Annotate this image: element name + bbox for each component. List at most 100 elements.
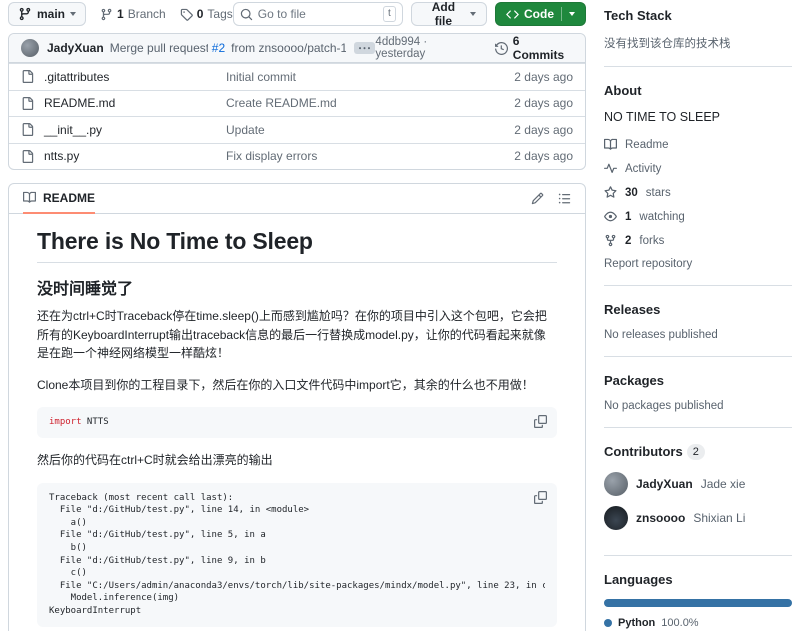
stars-link[interactable]: 30 stars: [604, 186, 792, 199]
commit-hash-time[interactable]: 4ddb994 · yesterday: [375, 36, 478, 60]
commit-message[interactable]: Merge pull request: [110, 41, 208, 55]
file-link[interactable]: README.md: [21, 96, 226, 110]
branches-link[interactable]: 1 Branch: [100, 7, 166, 21]
tag-icon: [180, 8, 193, 21]
code-icon: [506, 8, 519, 21]
report-repository-link[interactable]: Report repository: [604, 258, 792, 270]
tab-readme[interactable]: README: [23, 184, 95, 214]
language-item[interactable]: Python 100.0%: [604, 617, 792, 629]
file-name: ntts.py: [44, 149, 79, 163]
sidebar: Tech Stack 没有找到该仓库的技术栈 About NO TIME TO …: [586, 0, 792, 631]
language-percent: 100.0%: [661, 617, 698, 629]
file-name: README.md: [44, 96, 115, 110]
table-row: ntts.py Fix display errors 2 days ago: [9, 143, 585, 170]
copy-code-button[interactable]: [532, 489, 549, 506]
file-name: .gitattributes: [44, 70, 109, 84]
edit-readme-button[interactable]: [531, 192, 544, 205]
history-icon: [495, 42, 508, 55]
search-input[interactable]: [258, 7, 383, 21]
branch-selector-button[interactable]: main: [8, 2, 86, 26]
commit-author-link[interactable]: JadyXuan: [47, 41, 104, 55]
link-label: watching: [639, 211, 684, 223]
add-file-button[interactable]: Add file: [411, 2, 487, 26]
contributor-username: znsoooo: [636, 511, 685, 525]
file-commit-message[interactable]: Create README.md: [226, 96, 514, 110]
code-block-import: import NTTS: [37, 407, 557, 438]
list-item[interactable]: znsoooo Shixian Li: [604, 506, 792, 530]
tag-count: 0: [197, 7, 204, 21]
forks-link[interactable]: 2 forks: [604, 234, 792, 247]
main-column: main 1 Branch 0 Tags t Add file: [8, 0, 586, 631]
packages-empty-text: No packages published: [604, 400, 792, 412]
readme-tab-label: README: [43, 191, 95, 205]
tag-count-label: Tags: [207, 7, 232, 21]
outline-button[interactable]: [558, 192, 571, 205]
packages-title[interactable]: Packages: [604, 373, 792, 388]
file-commit-message[interactable]: Update: [226, 123, 514, 137]
language-bar: [604, 599, 792, 607]
button-divider: [561, 7, 562, 21]
stars-count: 30: [625, 187, 638, 199]
commits-count: 6 Commits: [513, 34, 573, 62]
file-link[interactable]: .gitattributes: [21, 70, 226, 84]
star-icon: [604, 186, 617, 199]
about-title: About: [604, 83, 792, 98]
file-commit-date: 2 days ago: [514, 149, 573, 163]
fork-icon: [604, 234, 617, 247]
chevron-down-icon: [470, 12, 476, 16]
packages-section: Packages No packages published: [604, 367, 792, 414]
avatar: [604, 506, 628, 530]
releases-section: Releases No releases published: [604, 296, 792, 343]
contributors-title[interactable]: Contributors 2: [604, 444, 792, 460]
go-to-file-search[interactable]: t: [233, 2, 403, 26]
readme-link[interactable]: Readme: [604, 138, 792, 151]
file-commit-message[interactable]: Initial commit: [226, 70, 514, 84]
pr-number-link[interactable]: #2: [212, 41, 225, 55]
language-name: Python: [618, 617, 655, 629]
list-unordered-icon: [558, 192, 571, 205]
book-icon: [604, 138, 617, 151]
releases-empty-text: No releases published: [604, 329, 792, 341]
table-row: README.md Create README.md 2 days ago: [9, 90, 585, 117]
commit-history-link[interactable]: 6 Commits: [495, 34, 573, 62]
divider: [604, 555, 792, 556]
git-branch-icon: [18, 7, 32, 21]
copy-icon: [534, 415, 547, 428]
tech-stack-empty-text: 没有找到该仓库的技术栈: [604, 35, 792, 51]
contributors-section: Contributors 2 JadyXuan Jade xie znsoooo …: [604, 438, 792, 542]
file-link[interactable]: __init__.py: [21, 123, 226, 137]
copy-code-button[interactable]: [532, 413, 549, 430]
file-icon: [21, 70, 34, 83]
contributors-title-text: Contributors: [604, 444, 683, 459]
file-link[interactable]: ntts.py: [21, 149, 226, 163]
readme-actions: [531, 192, 571, 205]
commit-message-suffix[interactable]: from znsoooo/patch-1: [231, 41, 346, 55]
activity-icon: [604, 162, 617, 175]
contributor-username: JadyXuan: [636, 477, 693, 491]
table-row: __init__.py Update 2 days ago: [9, 116, 585, 143]
tags-link[interactable]: 0 Tags: [180, 7, 233, 21]
book-icon: [23, 191, 36, 204]
about-links: Readme Activity 30 stars 1 watching: [604, 138, 792, 247]
file-commit-message[interactable]: Fix display errors: [226, 149, 514, 163]
contributor-fullname: Shixian Li: [693, 511, 745, 525]
contributors-count-badge: 2: [687, 444, 705, 460]
eye-icon: [604, 210, 617, 223]
copy-icon: [534, 491, 547, 504]
contributor-fullname: Jade xie: [701, 477, 746, 491]
link-label: forks: [639, 235, 664, 247]
releases-title[interactable]: Releases: [604, 302, 792, 317]
code-rest: NTTS: [82, 417, 109, 427]
code-button-label: Code: [524, 7, 554, 21]
watching-count: 1: [625, 211, 631, 223]
watching-link[interactable]: 1 watching: [604, 210, 792, 223]
list-item[interactable]: JadyXuan Jade xie: [604, 472, 792, 496]
code-keyword: import: [49, 417, 82, 427]
commit-details-button[interactable]: [354, 42, 376, 54]
readme-title: There is No Time to Sleep: [37, 228, 557, 263]
readme-content: There is No Time to Sleep 没时间睡觉了 还在为ctrl…: [9, 214, 585, 631]
activity-link[interactable]: Activity: [604, 162, 792, 175]
file-browser-card: JadyXuan Merge pull request #2 from znso…: [8, 33, 586, 170]
code-button[interactable]: Code: [495, 2, 586, 26]
commit-author-avatar[interactable]: [21, 39, 39, 57]
